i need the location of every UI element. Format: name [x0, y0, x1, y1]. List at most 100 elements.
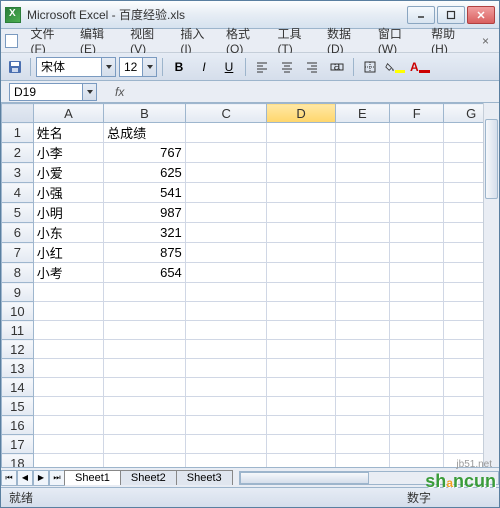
bold-button[interactable]: B [168, 57, 190, 77]
row-header-7[interactable]: 7 [2, 243, 34, 263]
cell-C4[interactable] [185, 183, 267, 203]
fx-icon[interactable]: fx [115, 85, 124, 99]
cell-A15[interactable] [33, 397, 103, 416]
row-header-14[interactable]: 14 [2, 378, 34, 397]
cell-D3[interactable] [267, 163, 335, 183]
cell-F3[interactable] [390, 163, 444, 183]
cell-F8[interactable] [390, 263, 444, 283]
chevron-down-icon[interactable] [82, 84, 96, 100]
cell-B14[interactable] [104, 378, 186, 397]
column-header-C[interactable]: C [185, 104, 267, 123]
cell-B8[interactable]: 654 [104, 263, 186, 283]
cell-D17[interactable] [267, 435, 335, 454]
cell-B6[interactable]: 321 [104, 223, 186, 243]
row-header-2[interactable]: 2 [2, 143, 34, 163]
cell-C2[interactable] [185, 143, 267, 163]
cell-B7[interactable]: 875 [104, 243, 186, 263]
font-selector[interactable]: 宋体 [36, 57, 116, 77]
menu-overflow-icon[interactable]: × [476, 34, 495, 48]
minimize-button[interactable] [407, 6, 435, 24]
cell-B2[interactable]: 767 [104, 143, 186, 163]
column-header-B[interactable]: B [104, 104, 186, 123]
row-header-12[interactable]: 12 [2, 340, 34, 359]
cell-F1[interactable] [390, 123, 444, 143]
cell-B13[interactable] [104, 359, 186, 378]
cell-C15[interactable] [185, 397, 267, 416]
cell-A9[interactable] [33, 283, 103, 302]
cell-A10[interactable] [33, 302, 103, 321]
cell-D8[interactable] [267, 263, 335, 283]
cell-E17[interactable] [335, 435, 389, 454]
cell-C13[interactable] [185, 359, 267, 378]
sheet-tab-1[interactable]: Sheet1 [64, 470, 121, 485]
cell-A8[interactable]: 小考 [33, 263, 103, 283]
cell-F5[interactable] [390, 203, 444, 223]
cell-B18[interactable] [104, 454, 186, 468]
cell-F9[interactable] [390, 283, 444, 302]
cell-A12[interactable] [33, 340, 103, 359]
italic-button[interactable]: I [193, 57, 215, 77]
row-header-15[interactable]: 15 [2, 397, 34, 416]
cell-C5[interactable] [185, 203, 267, 223]
cell-E4[interactable] [335, 183, 389, 203]
row-header-10[interactable]: 10 [2, 302, 34, 321]
cell-B16[interactable] [104, 416, 186, 435]
cell-A18[interactable] [33, 454, 103, 468]
cell-D16[interactable] [267, 416, 335, 435]
cell-B4[interactable]: 541 [104, 183, 186, 203]
cell-C10[interactable] [185, 302, 267, 321]
cell-F15[interactable] [390, 397, 444, 416]
cell-E12[interactable] [335, 340, 389, 359]
cell-E3[interactable] [335, 163, 389, 183]
cell-A3[interactable]: 小爱 [33, 163, 103, 183]
cell-B17[interactable] [104, 435, 186, 454]
cell-A14[interactable] [33, 378, 103, 397]
cell-E13[interactable] [335, 359, 389, 378]
column-header-F[interactable]: F [390, 104, 444, 123]
cell-B1[interactable]: 总成绩 [104, 123, 186, 143]
column-header-A[interactable]: A [33, 104, 103, 123]
cell-C11[interactable] [185, 321, 267, 340]
cell-A7[interactable]: 小红 [33, 243, 103, 263]
cell-F18[interactable] [390, 454, 444, 468]
cell-E8[interactable] [335, 263, 389, 283]
cell-D2[interactable] [267, 143, 335, 163]
cell-F12[interactable] [390, 340, 444, 359]
save-button[interactable] [5, 57, 25, 77]
row-header-13[interactable]: 13 [2, 359, 34, 378]
prev-sheet-button[interactable]: ◀ [17, 470, 33, 486]
cell-E16[interactable] [335, 416, 389, 435]
column-header-D[interactable]: D [267, 104, 335, 123]
borders-button[interactable] [359, 57, 381, 77]
cell-E7[interactable] [335, 243, 389, 263]
column-header-E[interactable]: E [335, 104, 389, 123]
cell-B9[interactable] [104, 283, 186, 302]
cell-D7[interactable] [267, 243, 335, 263]
cell-F17[interactable] [390, 435, 444, 454]
align-center-button[interactable] [276, 57, 298, 77]
cell-E1[interactable] [335, 123, 389, 143]
spreadsheet-grid[interactable]: ABCDEFG 1姓名总成绩2小李7673小爱6254小强5415小明9876小… [1, 103, 499, 467]
cell-D5[interactable] [267, 203, 335, 223]
first-sheet-button[interactable]: ⏮ [1, 470, 17, 486]
cell-F10[interactable] [390, 302, 444, 321]
align-right-button[interactable] [301, 57, 323, 77]
cell-D15[interactable] [267, 397, 335, 416]
cell-D12[interactable] [267, 340, 335, 359]
control-menu-icon[interactable] [5, 34, 18, 48]
cell-C17[interactable] [185, 435, 267, 454]
cell-E2[interactable] [335, 143, 389, 163]
cell-F4[interactable] [390, 183, 444, 203]
cell-C16[interactable] [185, 416, 267, 435]
cell-F14[interactable] [390, 378, 444, 397]
row-header-8[interactable]: 8 [2, 263, 34, 283]
horizontal-scrollbar[interactable] [239, 471, 499, 485]
sheet-tab-3[interactable]: Sheet3 [176, 470, 233, 485]
scroll-thumb[interactable] [240, 472, 369, 484]
cell-C9[interactable] [185, 283, 267, 302]
row-header-16[interactable]: 16 [2, 416, 34, 435]
maximize-button[interactable] [437, 6, 465, 24]
cell-F7[interactable] [390, 243, 444, 263]
cell-B5[interactable]: 987 [104, 203, 186, 223]
cell-A6[interactable]: 小东 [33, 223, 103, 243]
